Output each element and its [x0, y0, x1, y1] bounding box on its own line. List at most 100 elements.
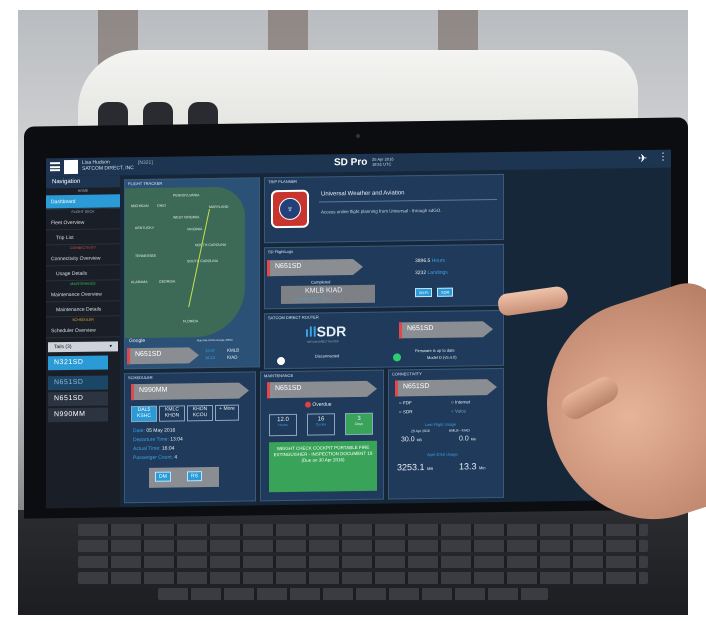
chevron-down-icon: ▾: [109, 343, 112, 350]
scheduler-pax-row: Passenger Count: 4: [133, 454, 177, 461]
option-sdr[interactable]: ○ SDR: [399, 409, 412, 414]
sidebar: Navigation HOME Dashboard FLIGHT DECK Fl…: [46, 175, 120, 509]
sidebar-item-maintenance-details[interactable]: Maintenance Details: [46, 302, 120, 318]
map-label: SOUTH CAROLINA: [187, 258, 219, 264]
month-usage-label: April 2016 Usage: [427, 451, 458, 458]
sidebar-item-usage-details[interactable]: Usage Details: [46, 266, 120, 282]
month-mb-unit: MB: [427, 465, 434, 472]
month-min-value: 13.3: [459, 461, 477, 472]
section-flight-deck: FLIGHT DECK: [71, 209, 95, 214]
date-label: Date:: [133, 427, 145, 435]
map-label: VIRGINIA: [187, 227, 203, 232]
map-label: OHIO: [157, 203, 166, 208]
trip-planner-panel[interactable]: TRIP PLANNER ♆ Universal Weather and Avi…: [264, 173, 504, 244]
sidebar-item-connectivity-overview[interactable]: Connectivity Overview: [46, 251, 120, 267]
route-text: KMLB KIAD: [305, 287, 343, 295]
tracker-arr-time: 16:13: [205, 354, 216, 361]
satcom-tail[interactable]: N651SD: [399, 321, 483, 339]
flight-logs-tail[interactable]: N651SD: [267, 259, 353, 277]
overdue-dot-icon: [305, 401, 311, 408]
panel-title: SD FlightLogs: [268, 248, 294, 255]
map-label: ALABAMA: [131, 279, 148, 285]
map-label: TENNESSEE: [135, 253, 157, 259]
option-fdf[interactable]: ○ FDF: [399, 400, 412, 405]
stat-label: Cycles: [315, 422, 327, 427]
scheduler-dep-row: Departure Time: 13:04: [133, 436, 183, 443]
sidebar-item-fleet-overview[interactable]: Fleet Overview: [46, 215, 120, 231]
panel-title: MAINTENANCE: [264, 372, 294, 379]
flight-status: Completed: [311, 279, 331, 285]
map-label: MICHIGAN: [131, 203, 149, 209]
tail-chip-active[interactable]: N321SD: [48, 355, 108, 371]
stat-label: Hours: [278, 422, 288, 428]
key-row: [78, 572, 648, 584]
connectivity-tail[interactable]: N651SD: [395, 379, 487, 397]
scheduler-tail[interactable]: N990MM: [131, 382, 239, 401]
route-box[interactable]: KMLB KIAD 25 Apr 2016 13:37 - 16:13: [281, 284, 375, 305]
dm-button[interactable]: DM: [155, 471, 171, 482]
tracker-tail[interactable]: N651SD: [127, 347, 189, 365]
stat-days: 3 Days: [345, 412, 373, 436]
satcom-router-panel[interactable]: SATCOM DIRECT ROUTER ıllSDR SATCOM DIREC…: [264, 309, 504, 370]
sidebar-item-maintenance-overview[interactable]: Maintenance Overview: [46, 287, 120, 303]
option-label: SDR: [402, 409, 413, 415]
user-info: Lisa Hudson SATCOM DIRECT, INC: [82, 159, 134, 172]
top-bar: Lisa Hudson SATCOM DIRECT, INC [N321] SD…: [46, 149, 671, 177]
maintenance-tail[interactable]: N651SD: [267, 380, 367, 399]
sidebar-item-scheduler-overview[interactable]: Scheduler Overview: [46, 323, 120, 339]
leg-box[interactable]: KMLC KHON: [159, 405, 185, 422]
flight-logs-panel[interactable]: SD FlightLogs N651SD 3896.5 Hours 3232 L…: [264, 243, 504, 310]
maintenance-panel[interactable]: MAINTENANCE N651SD Overdue 12.0 Hours 16…: [260, 369, 384, 502]
satcom-status-text: Disconnected: [315, 353, 340, 359]
map-label: PENNSYLVANIA: [173, 193, 200, 198]
connectivity-panel[interactable]: CONNECTIVITY N651SD ○ FDF ○ Internet ○ S…: [388, 367, 504, 500]
current-tail: [N321]: [138, 159, 153, 167]
scheduler-actions: DM RS: [149, 466, 219, 488]
route-sub: 25 Apr 2016 13:37 - 16:13: [295, 296, 330, 301]
map-label: WEST VIRGINIA: [173, 215, 200, 220]
option-label: FDF: [402, 400, 412, 406]
month-min: 13.3 Min: [459, 461, 486, 471]
tail-chip[interactable]: N990MM: [48, 407, 108, 423]
maintenance-task[interactable]: WEIGHT CHECK COCKPIT PORTABLE FIRE EXTIN…: [269, 440, 377, 493]
sidebar-item-dashboard[interactable]: Dashboard: [46, 194, 120, 210]
sdr-button[interactable]: SDR: [437, 287, 454, 297]
section-home: HOME: [77, 188, 89, 193]
panel-title: SATCOM DIRECT ROUTER: [268, 314, 319, 321]
stat-label: Days: [355, 421, 363, 427]
option-internet[interactable]: ○ Internet: [451, 399, 470, 404]
menu-icon[interactable]: [50, 162, 60, 172]
option-voice[interactable]: ○ Voice: [451, 408, 466, 413]
hours-value: 3896.5 Hours: [415, 258, 445, 264]
header-time: 18:51 UTC: [372, 161, 392, 167]
flight-tracker-panel[interactable]: FLIGHT TRACKER PENNSYLVANIA MICHIGAN OHI…: [124, 177, 260, 370]
last-flight-route: KMLB - KIAD: [449, 428, 470, 433]
avatar[interactable]: [64, 159, 78, 175]
map-label: NORTH CAROLINA: [195, 242, 227, 248]
more-options-icon[interactable]: ⋮: [658, 152, 668, 163]
more-legs-box[interactable]: + More: [215, 404, 239, 421]
key-row: [78, 556, 648, 568]
panel-title: CONNECTIVITY: [392, 371, 422, 377]
plane-icon[interactable]: ✈: [638, 152, 647, 165]
universal-logo-mark: ♆: [279, 197, 301, 221]
date-value: 05 May 2016: [146, 427, 176, 434]
scheduler-panel[interactable]: SCHEDULER N990MM DAL5 KSHC KMLC KHON KHO…: [124, 371, 256, 504]
section-scheduler: SCHEDULER: [72, 317, 94, 322]
wifi-button[interactable]: Wi-Fi: [415, 287, 433, 298]
leg-box-active[interactable]: DAL5 KSHC: [131, 405, 157, 423]
usage-min-value: 0.0: [459, 435, 469, 443]
check-icon: [393, 353, 401, 362]
tracker-from: KMLB: [227, 347, 240, 353]
leg-box[interactable]: KHON KCOU: [187, 404, 213, 422]
tail-chip[interactable]: N651SD: [48, 391, 108, 407]
trip-planner-description: Access online flight planning from Unive…: [321, 207, 442, 215]
firmware-model: Model D (v5.4.0): [427, 354, 457, 361]
keyboard: [18, 510, 688, 615]
rs-button[interactable]: RS: [187, 471, 202, 482]
tail-chip[interactable]: N651SD: [48, 375, 108, 391]
overdue-text: Overdue: [312, 401, 332, 408]
tail-select[interactable]: Tails (3) ▾: [48, 341, 118, 353]
company-name: SATCOM DIRECT, INC: [82, 165, 134, 172]
sidebar-item-trip-list[interactable]: Trip List: [46, 230, 120, 246]
